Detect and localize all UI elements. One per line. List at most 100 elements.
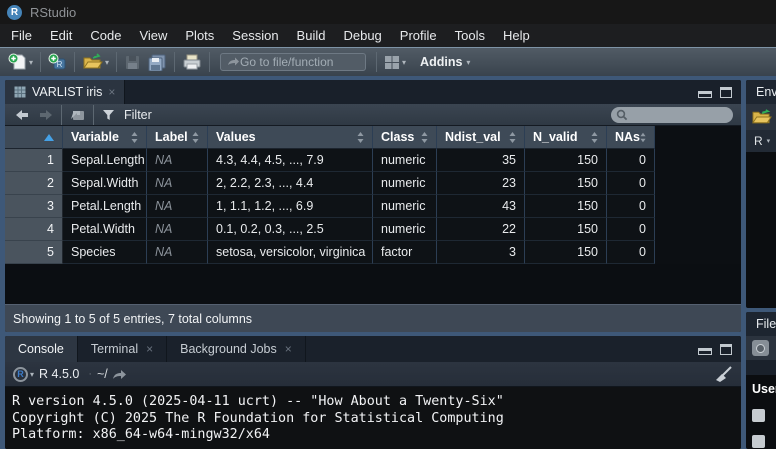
table-row[interactable]: 1 Sepal.Length NA 4.3, 4.4, 4.5, ..., 7.… bbox=[5, 149, 655, 172]
sort-icon bbox=[640, 132, 646, 143]
tab-varlist-iris[interactable]: VARLIST iris bbox=[5, 80, 125, 104]
close-icon[interactable] bbox=[285, 342, 292, 356]
menu-debug[interactable]: Debug bbox=[334, 24, 390, 47]
column-header-variable[interactable]: Variable bbox=[63, 126, 147, 149]
cell-values: 0.1, 0.2, 0.3, ..., 2.5 bbox=[208, 218, 373, 241]
column-header-label[interactable]: Label bbox=[147, 126, 208, 149]
forward-button[interactable] bbox=[34, 109, 57, 121]
back-button[interactable] bbox=[11, 109, 34, 121]
close-icon[interactable] bbox=[146, 342, 153, 356]
varlist-viewer-pane: VARLIST iris bbox=[5, 80, 741, 332]
working-directory-label: ~/ bbox=[97, 367, 108, 381]
print-button[interactable] bbox=[179, 50, 205, 74]
toolbar-separator bbox=[93, 105, 94, 125]
files-toolbar bbox=[746, 336, 776, 360]
save-button[interactable] bbox=[121, 50, 144, 74]
environment-r-dropdown[interactable]: R bbox=[746, 130, 776, 152]
table-row[interactable]: 3 Petal.Length NA 1, 1.1, 1.2, ..., 6.9 … bbox=[5, 195, 655, 218]
minimize-icon[interactable] bbox=[698, 91, 712, 98]
maximize-icon[interactable] bbox=[720, 87, 732, 98]
table-row[interactable]: 2 Sepal.Width NA 2, 2.2, 2.3, ..., 4.4 n… bbox=[5, 172, 655, 195]
toolbar-separator bbox=[116, 52, 117, 72]
column-header-class[interactable]: Class bbox=[373, 126, 437, 149]
open-file-button[interactable] bbox=[79, 50, 112, 74]
dot-separator: · bbox=[88, 368, 92, 380]
files-listing: Users bbox=[746, 375, 776, 448]
load-workspace-folder-icon[interactable] bbox=[752, 109, 772, 125]
column-label: Values bbox=[216, 130, 256, 144]
new-folder-icon[interactable] bbox=[752, 340, 769, 356]
new-project-button[interactable]: R bbox=[45, 50, 70, 74]
filter-button[interactable] bbox=[98, 109, 119, 121]
cell-label: NA bbox=[147, 195, 208, 218]
sort-icon bbox=[421, 132, 428, 143]
menu-edit[interactable]: Edit bbox=[41, 24, 81, 47]
file-checkbox[interactable] bbox=[752, 435, 765, 448]
table-search-input[interactable] bbox=[628, 109, 728, 121]
table-row[interactable]: 5 Species NA setosa, versicolor, virgini… bbox=[5, 241, 655, 264]
sort-icon bbox=[509, 132, 516, 143]
column-header-ndist-val[interactable]: Ndist_val bbox=[437, 126, 525, 149]
show-in-new-window-button[interactable] bbox=[66, 108, 89, 121]
menu-file[interactable]: File bbox=[2, 24, 41, 47]
r-version-logo-icon[interactable]: R bbox=[13, 367, 28, 382]
panes-grid-icon bbox=[384, 55, 400, 70]
maximize-icon[interactable] bbox=[720, 344, 732, 355]
console-output[interactable]: R version 4.5.0 (2025-04-11 ucrt) -- "Ho… bbox=[5, 387, 741, 449]
cell-nas: 0 bbox=[607, 149, 655, 172]
menu-tools[interactable]: Tools bbox=[446, 24, 494, 47]
menu-plots[interactable]: Plots bbox=[176, 24, 223, 47]
menu-help[interactable]: Help bbox=[494, 24, 539, 47]
minimize-icon[interactable] bbox=[698, 348, 712, 355]
cell-n-valid: 150 bbox=[525, 241, 607, 264]
cell-ndist-val: 43 bbox=[437, 195, 525, 218]
tab-label: Terminal bbox=[91, 342, 138, 356]
menu-build[interactable]: Build bbox=[288, 24, 335, 47]
close-icon[interactable] bbox=[108, 85, 115, 99]
menu-session[interactable]: Session bbox=[223, 24, 287, 47]
menu-view[interactable]: View bbox=[130, 24, 176, 47]
main-toolbar: R bbox=[0, 47, 776, 76]
tab-environment[interactable]: Environment bbox=[746, 80, 776, 104]
table-search-box[interactable] bbox=[611, 107, 733, 123]
sort-icon bbox=[591, 132, 598, 143]
sort-ascending-icon bbox=[44, 134, 54, 141]
column-label: Variable bbox=[71, 130, 119, 144]
cell-variable: Species bbox=[63, 241, 147, 264]
new-file-button[interactable] bbox=[5, 50, 36, 74]
toolbar-separator bbox=[174, 52, 175, 72]
addins-button[interactable]: Addins bbox=[409, 50, 473, 74]
menu-code[interactable]: Code bbox=[81, 24, 130, 47]
tab-files[interactable]: Files bbox=[746, 312, 776, 336]
save-all-button[interactable] bbox=[144, 50, 170, 74]
tab-console[interactable]: Console bbox=[5, 336, 78, 362]
row-number-header[interactable] bbox=[5, 126, 63, 149]
column-label: Class bbox=[381, 130, 414, 144]
cell-values: 2, 2.2, 2.3, ..., 4.4 bbox=[208, 172, 373, 195]
column-header-nas[interactable]: NAs bbox=[607, 126, 655, 149]
file-checkbox[interactable] bbox=[752, 409, 765, 422]
chevron-down-icon bbox=[402, 58, 406, 67]
tab-label: Environment bbox=[756, 85, 776, 99]
cell-nas: 0 bbox=[607, 241, 655, 264]
popout-window-icon bbox=[70, 108, 85, 121]
filter-funnel-icon bbox=[102, 109, 115, 121]
chevron-down-icon[interactable] bbox=[30, 370, 34, 379]
tab-terminal[interactable]: Terminal bbox=[78, 336, 167, 362]
save-all-icon bbox=[147, 53, 167, 71]
goto-file-function-input[interactable] bbox=[240, 55, 356, 69]
clear-console-icon[interactable] bbox=[711, 366, 733, 383]
table-row[interactable]: 4 Petal.Width NA 0.1, 0.2, 0.3, ..., 2.5… bbox=[5, 218, 655, 241]
table-header-row: Variable Label Values Class bbox=[5, 126, 655, 149]
tab-background-jobs[interactable]: Background Jobs bbox=[167, 336, 306, 362]
column-header-values[interactable]: Values bbox=[208, 126, 373, 149]
rstudio-window: R RStudio File Edit Code View Plots Sess… bbox=[0, 0, 776, 449]
goto-file-function-box[interactable] bbox=[220, 53, 366, 71]
goto-directory-icon[interactable] bbox=[112, 369, 127, 380]
workspace-panes-button[interactable] bbox=[381, 50, 409, 74]
row-number: 1 bbox=[5, 149, 63, 172]
menu-profile[interactable]: Profile bbox=[391, 24, 446, 47]
cell-class: numeric bbox=[373, 195, 437, 218]
column-header-n-valid[interactable]: N_valid bbox=[525, 126, 607, 149]
table-status-bar: Showing 1 to 5 of 5 entries, 7 total col… bbox=[5, 304, 741, 332]
